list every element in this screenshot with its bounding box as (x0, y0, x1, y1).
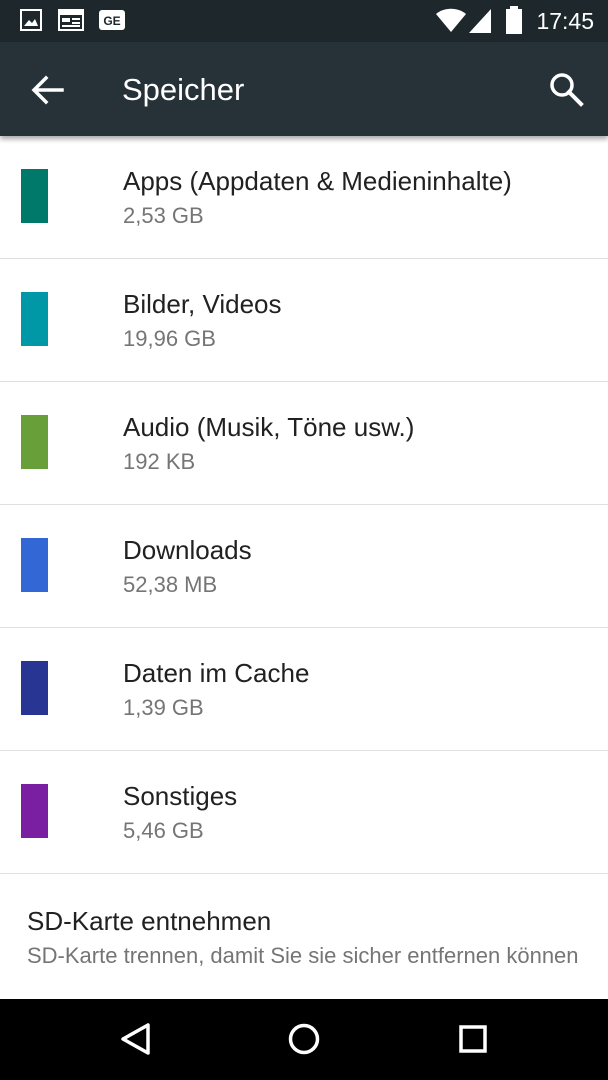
home-circle-icon[interactable] (284, 1019, 324, 1059)
storage-item-size: 192 KB (123, 449, 196, 474)
storage-item-size: 5,46 GB (123, 818, 204, 843)
storage-item-label: Downloads (123, 535, 252, 565)
recents-square-icon[interactable] (453, 1019, 493, 1059)
storage-item-apps[interactable]: Apps (Appdaten & Medieninhalte) 2,53 GB (0, 136, 608, 259)
sd-card-label: SD-Karte entnehmen (27, 906, 272, 936)
storage-item-size: 2,53 GB (123, 203, 204, 228)
storage-item-images-videos[interactable]: Bilder, Videos 19,96 GB (0, 259, 608, 382)
wifi-icon (436, 8, 466, 32)
news-notification-icon: GE (99, 10, 125, 30)
color-swatch (21, 661, 48, 715)
color-swatch (21, 538, 48, 592)
storage-item-size: 1,39 GB (123, 695, 204, 720)
signal-icon (469, 9, 491, 33)
color-swatch (21, 292, 48, 346)
storage-item-label: Audio (Musik, Töne usw.) (123, 412, 415, 442)
app-bar: Speicher (0, 42, 608, 136)
storage-item-label: Sonstiges (123, 781, 238, 811)
image-notification-icon (20, 9, 42, 31)
storage-item-misc[interactable]: Sonstiges 5,46 GB (0, 751, 608, 874)
color-swatch (21, 784, 48, 838)
battery-icon (506, 6, 522, 34)
storage-item-size: 19,96 GB (123, 326, 216, 351)
storage-item-size: 52,38 MB (123, 572, 218, 597)
navigation-bar (0, 999, 608, 1080)
back-triangle-icon[interactable] (115, 1019, 155, 1059)
storage-item-label: Daten im Cache (123, 658, 310, 688)
storage-item-cache[interactable]: Daten im Cache 1,39 GB (0, 628, 608, 751)
color-swatch (21, 169, 48, 223)
search-icon[interactable] (544, 67, 588, 111)
storage-item-downloads[interactable]: Downloads 52,38 MB (0, 505, 608, 628)
svg-text:GE: GE (103, 14, 120, 28)
sd-card-eject-item[interactable]: SD-Karte entnehmen SD-Karte trennen, dam… (0, 874, 608, 999)
arrow-left-icon[interactable] (26, 69, 68, 111)
status-bar: GE 17:45 (0, 0, 608, 42)
sd-card-description: SD-Karte trennen, damit Sie sie sicher e… (27, 943, 579, 968)
storage-list: Apps (Appdaten & Medieninhalte) 2,53 GB … (0, 136, 608, 874)
calendar-notification-icon (58, 9, 84, 31)
page-title: Speicher (122, 72, 245, 107)
status-time: 17:45 (536, 8, 594, 34)
color-swatch (21, 415, 48, 469)
storage-item-label: Apps (Appdaten & Medieninhalte) (123, 166, 512, 196)
storage-item-audio[interactable]: Audio (Musik, Töne usw.) 192 KB (0, 382, 608, 505)
storage-item-label: Bilder, Videos (123, 289, 282, 319)
